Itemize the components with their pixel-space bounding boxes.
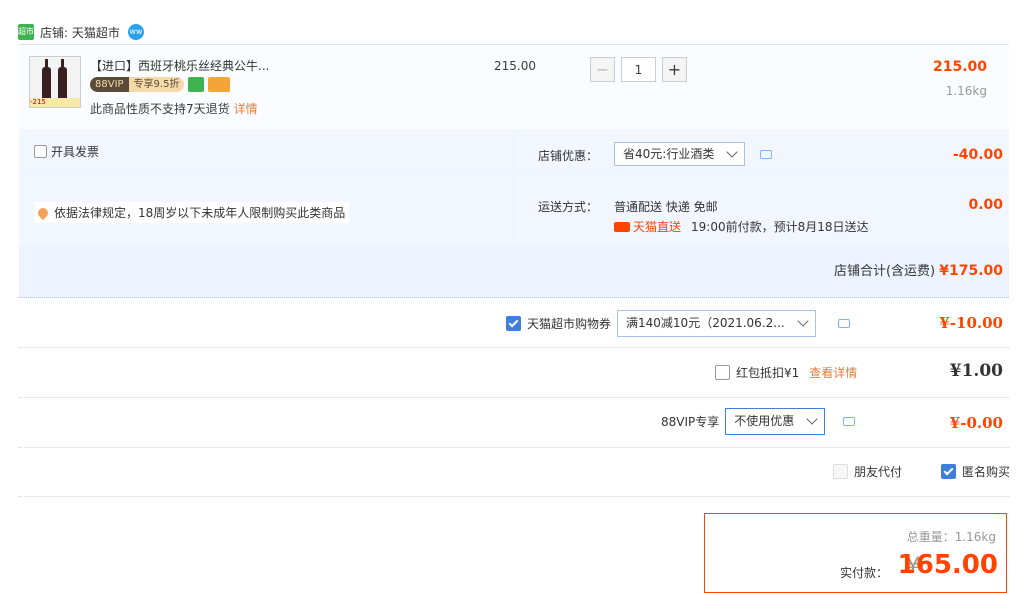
invoice-option[interactable]: 开具发票: [34, 143, 99, 160]
wangwang-chat-icon[interactable]: ww: [127, 24, 144, 40]
anonymous-option[interactable]: 匿名购买: [941, 463, 1010, 480]
vip-discount-tag: 88VIP 专享9.5折: [90, 77, 231, 92]
tmall-direct-text: 天猫直送: [633, 220, 682, 234]
coupon-select-value: 满140减10元（2021.06.2...: [626, 316, 785, 330]
friend-pay-label: 朋友代付: [854, 465, 903, 479]
service-icon: [188, 77, 205, 92]
redpacket-checkbox[interactable]: [715, 365, 730, 380]
message-icon[interactable]: [843, 417, 856, 426]
card-icon: [208, 77, 231, 92]
tmall-supermarket-icon: 超市: [18, 24, 34, 40]
friend-pay-option[interactable]: 朋友代付: [833, 463, 902, 480]
tmall-direct-badge: 天猫直送: [614, 218, 681, 235]
quantity-stepper: − 1 +: [590, 57, 687, 82]
redpacket-amount: ¥1.00: [949, 361, 1003, 381]
return-policy-text: 此商品性质不支持7天退货: [90, 102, 230, 116]
product-title[interactable]: 【进口】西班牙桃乐丝经典公牛...: [90, 57, 269, 74]
redpacket-row: 红包抵扣¥1 查看详情: [715, 364, 857, 381]
thumb-price-badge: -215: [30, 98, 80, 107]
vip-label: 88VIP专享: [661, 415, 720, 429]
payment-summary: 总重量：1.16kg 实付款： ¥ 165.00: [704, 513, 1007, 593]
anonymous-label: 匿名购买: [962, 465, 1011, 479]
payment-amount: 165.00: [897, 550, 998, 580]
vip-tag-right: 专享9.5折: [128, 77, 185, 92]
chevron-down-icon: [797, 315, 809, 327]
shop-discount-amount: -40.00: [952, 147, 1003, 163]
shipping-label: 运送方式：: [538, 200, 599, 214]
anonymous-checkbox[interactable]: [941, 464, 956, 479]
law-notice-text: 依据法律规定，18周岁以下未成年人限制购买此类商品: [54, 206, 346, 220]
shop-subtotal: 店铺合计(含运费) ¥175.00: [834, 260, 1003, 279]
qty-decrease-button[interactable]: −: [590, 57, 615, 82]
policy-detail-link[interactable]: 详情: [234, 102, 258, 116]
chevron-down-icon: [726, 146, 738, 158]
vip-amount: ¥-0.00: [949, 414, 1003, 432]
store-name[interactable]: 店铺: 天猫超市: [40, 24, 120, 41]
friend-pay-checkbox[interactable]: [833, 464, 848, 479]
coupon-checkbox[interactable]: [506, 316, 521, 331]
age-restriction-notice: 依据法律规定，18周岁以下未成年人限制购买此类商品: [34, 202, 350, 223]
redpacket-label: 红包抵扣¥1: [736, 366, 800, 380]
delivery-info: 天猫直送 19:00前付款，预计8月18日送达: [614, 218, 869, 235]
invoice-checkbox[interactable]: [34, 145, 47, 158]
product-weight: 1.16kg: [945, 84, 987, 98]
coupon-row: 天猫超市购物券 满140减10元（2021.06.2...: [506, 310, 851, 337]
total-weight: 总重量：1.16kg: [906, 530, 996, 544]
coupon-select[interactable]: 满140减10元（2021.06.2...: [617, 310, 817, 337]
vip-select-value: 不使用优惠: [734, 414, 795, 428]
return-policy: 此商品性质不支持7天退货 详情: [90, 100, 258, 117]
qty-input[interactable]: 1: [621, 57, 656, 82]
payment-label: 实付款：: [839, 566, 888, 580]
store-header: 超市 店铺: 天猫超市 ww: [18, 22, 144, 42]
shipping-amount: 0.00: [968, 197, 1003, 213]
delivery-note: 19:00前付款，预计8月18日送达: [691, 220, 869, 234]
chevron-down-icon: [806, 413, 818, 425]
shipping-method: 普通配送 快递 免邮: [614, 200, 718, 214]
shop-discount-value: 省40元:行业酒类: [623, 147, 715, 161]
shop-discount-select[interactable]: 省40元:行业酒类: [614, 142, 745, 166]
qty-increase-button[interactable]: +: [662, 57, 687, 82]
tmall-cat-icon: [614, 221, 630, 232]
location-pin-icon: [35, 205, 51, 220]
subtotal-label: 店铺合计(含运费): [833, 264, 936, 279]
shop-discount-label: 店铺优惠：: [538, 149, 599, 163]
message-icon[interactable]: [838, 319, 851, 328]
product-thumbnail[interactable]: -215: [29, 56, 81, 108]
vip-select[interactable]: 不使用优惠: [725, 408, 826, 435]
invoice-label: 开具发票: [51, 145, 100, 159]
shop-options: 开具发票 依据法律规定，18周岁以下未成年人限制购买此类商品 店铺优惠： 省40…: [19, 129, 1009, 298]
unit-price: 215.00: [494, 59, 536, 73]
coupon-amount: ¥-10.00: [939, 314, 1003, 332]
redpacket-detail-link[interactable]: 查看详情: [809, 364, 857, 381]
vip-row: 88VIP专享 不使用优惠: [661, 408, 856, 435]
message-icon[interactable]: [760, 150, 772, 159]
coupon-label: 天猫超市购物券: [527, 317, 612, 331]
vip-tag-left: 88VIP: [90, 77, 129, 92]
subtotal-value: ¥175.00: [939, 263, 1003, 279]
product-row: -215 【进口】西班牙桃乐丝经典公牛... 88VIP 专享9.5折 此商品性…: [19, 44, 1009, 130]
line-total: 215.00: [932, 59, 987, 75]
